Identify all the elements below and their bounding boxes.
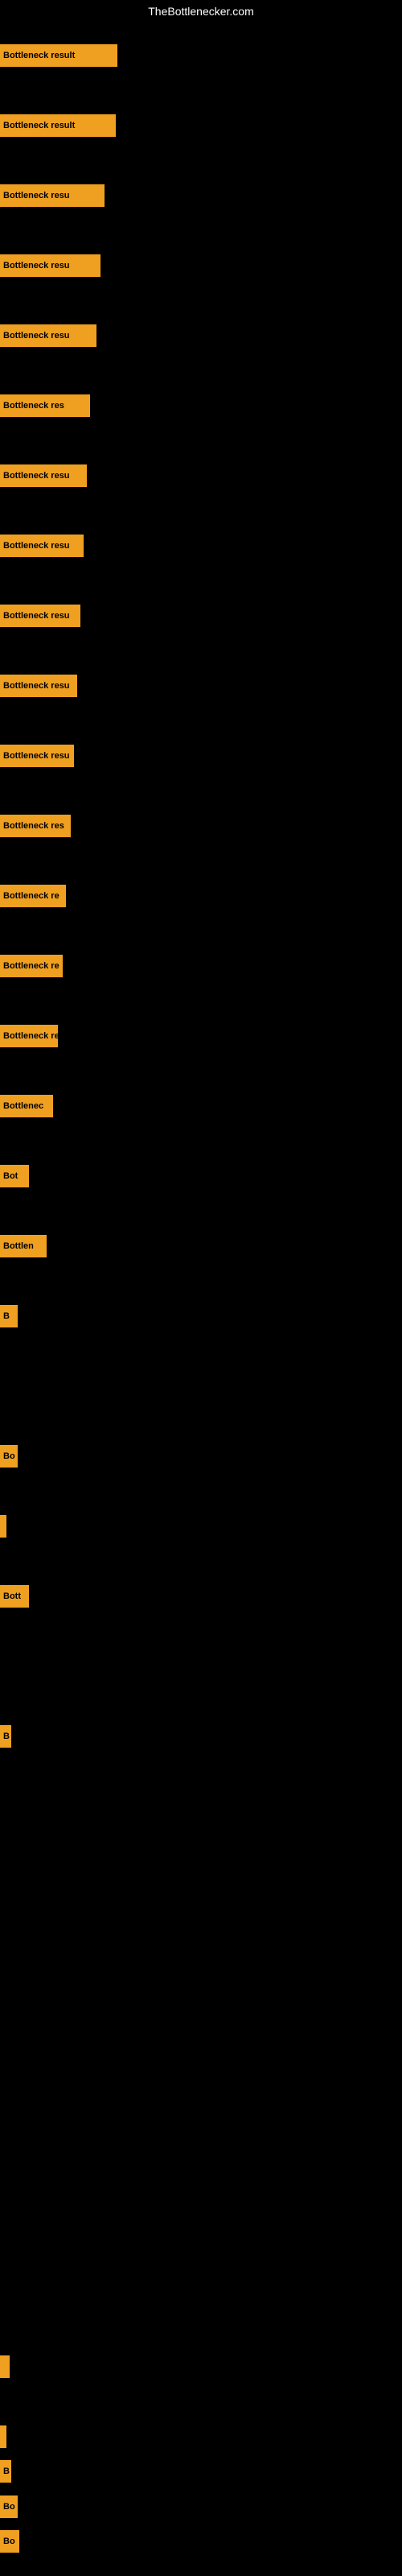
bottleneck-bar-7: Bottleneck resu <box>0 535 84 557</box>
bottleneck-bar-12: Bottleneck re <box>0 885 66 907</box>
bottleneck-bar-24: B <box>0 1725 11 1748</box>
bottleneck-bar-11: Bottleneck res <box>0 815 71 837</box>
bottleneck-bar-2: Bottleneck resu <box>0 184 105 207</box>
bottleneck-bar-36: Bo <box>0 2496 18 2518</box>
bottleneck-bar-20: Bo <box>0 1445 18 1468</box>
bottleneck-label-12: Bottleneck re <box>3 891 59 901</box>
bottleneck-bar-8: Bottleneck resu <box>0 605 80 627</box>
bottleneck-bar-4: Bottleneck resu <box>0 324 96 347</box>
bottleneck-label-18: B <box>3 1311 10 1321</box>
bottleneck-label-35: B <box>3 2467 10 2476</box>
bottleneck-label-3: Bottleneck resu <box>3 261 70 270</box>
bottleneck-label-5: Bottleneck res <box>3 401 64 411</box>
bottleneck-label-17: Bottlen <box>3 1241 34 1251</box>
bottleneck-label-6: Bottleneck resu <box>3 471 70 481</box>
bottleneck-bar-18: B <box>0 1305 18 1327</box>
bottleneck-bar-3: Bottleneck resu <box>0 254 100 277</box>
bottleneck-label-37: Bo <box>3 2537 15 2546</box>
bottleneck-label-2: Bottleneck resu <box>3 191 70 200</box>
bottleneck-bar-34 <box>0 2425 6 2448</box>
bottleneck-bar-35: B <box>0 2460 11 2483</box>
bottleneck-label-8: Bottleneck resu <box>3 611 70 621</box>
bottleneck-label-9: Bottleneck resu <box>3 681 70 691</box>
bottleneck-bar-1: Bottleneck result <box>0 114 116 137</box>
bottleneck-bar-22: Bott <box>0 1585 29 1608</box>
bottleneck-bar-14: Bottleneck re <box>0 1025 58 1047</box>
bottleneck-label-13: Bottleneck re <box>3 961 59 971</box>
bottleneck-bar-33 <box>0 2355 10 2378</box>
bottleneck-bar-10: Bottleneck resu <box>0 745 74 767</box>
bottleneck-label-36: Bo <box>3 2502 15 2512</box>
site-title: TheBottlenecker.com <box>0 0 402 23</box>
bottleneck-label-1: Bottleneck result <box>3 121 75 130</box>
bottleneck-bar-5: Bottleneck res <box>0 394 90 417</box>
bottleneck-bar-0: Bottleneck result <box>0 44 117 67</box>
bottleneck-label-16: Bot <box>3 1171 18 1181</box>
bottleneck-label-14: Bottleneck re <box>3 1031 58 1041</box>
bottleneck-bar-6: Bottleneck resu <box>0 464 87 487</box>
bottleneck-bar-15: Bottlenec <box>0 1095 53 1117</box>
bottleneck-bar-16: Bot <box>0 1165 29 1187</box>
bottleneck-bar-17: Bottlen <box>0 1235 47 1257</box>
bottleneck-label-0: Bottleneck result <box>3 51 75 60</box>
bottleneck-label-15: Bottlenec <box>3 1101 43 1111</box>
bottleneck-bar-21 <box>0 1515 6 1538</box>
bottleneck-label-7: Bottleneck resu <box>3 541 70 551</box>
bottleneck-bar-13: Bottleneck re <box>0 955 63 977</box>
bottleneck-bar-9: Bottleneck resu <box>0 675 77 697</box>
bottleneck-label-11: Bottleneck res <box>3 821 64 831</box>
bottleneck-label-22: Bott <box>3 1591 21 1601</box>
bottleneck-label-20: Bo <box>3 1451 15 1461</box>
bottleneck-bar-37: Bo <box>0 2530 19 2553</box>
bottleneck-label-10: Bottleneck resu <box>3 751 70 761</box>
bottleneck-label-4: Bottleneck resu <box>3 331 70 341</box>
bottleneck-label-24: B <box>3 1732 10 1741</box>
